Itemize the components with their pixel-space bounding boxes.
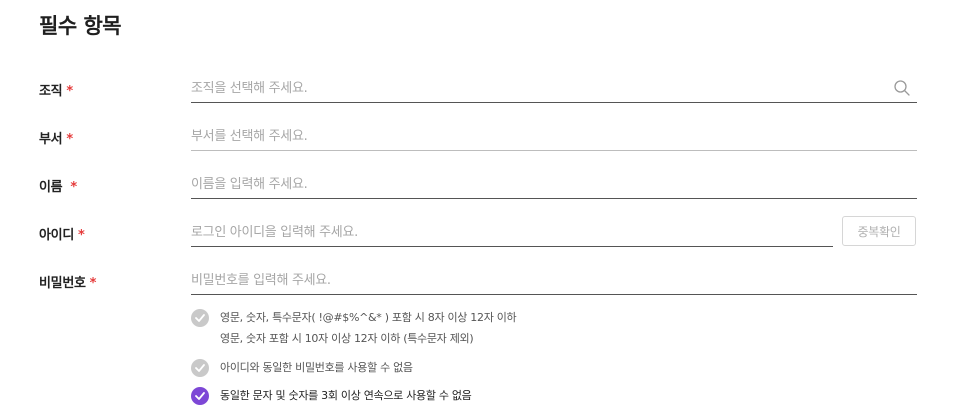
- password-rule-text: 아이디와 동일한 비밀번호를 사용할 수 없음: [220, 357, 413, 378]
- check-circle-icon: [191, 359, 209, 377]
- password-label: 비밀번호 *: [39, 272, 96, 291]
- section-title: 필수 항목: [39, 14, 122, 38]
- org-label: 조직 *: [39, 80, 73, 99]
- dept-row: 부서 *: [0, 124, 966, 164]
- check-circle-icon: [191, 387, 209, 405]
- required-mark: *: [66, 132, 73, 147]
- name-input[interactable]: [191, 172, 917, 196]
- org-field[interactable]: [191, 76, 917, 103]
- password-field[interactable]: [191, 268, 917, 295]
- password-rule-text: 영문, 숫자, 특수문자( !@#$%^&* ) 포함 시 8자 이상 12자 …: [220, 307, 517, 349]
- dept-label: 부서 *: [39, 128, 73, 147]
- required-mark: *: [77, 228, 85, 243]
- password-rule-line: 아이디와 동일한 비밀번호를 사용할 수 없음: [220, 361, 413, 374]
- login-id-input[interactable]: [191, 220, 833, 244]
- dept-field[interactable]: [191, 124, 917, 151]
- password-rule-length: 영문, 숫자, 특수문자( !@#$%^&* ) 포함 시 8자 이상 12자 …: [191, 307, 517, 349]
- password-rule-line: 영문, 숫자, 특수문자( !@#$%^&* ) 포함 시 8자 이상 12자 …: [220, 311, 517, 324]
- check-circle-icon: [191, 309, 209, 327]
- org-input[interactable]: [191, 76, 917, 100]
- name-row: 이름 *: [0, 172, 966, 212]
- password-rule-line: 동일한 문자 및 숫자를 3회 이상 연속으로 사용할 수 없음: [220, 389, 472, 402]
- password-rule-text: 동일한 문자 및 숫자를 3회 이상 연속으로 사용할 수 없음: [220, 385, 472, 406]
- required-mark: *: [70, 180, 77, 195]
- org-row: 조직 *: [0, 76, 966, 116]
- required-mark: *: [66, 84, 73, 99]
- password-rule-no-repeat: 동일한 문자 및 숫자를 3회 이상 연속으로 사용할 수 없음: [191, 387, 472, 406]
- login-id-row: 아이디* 중복확인: [0, 216, 966, 260]
- name-label-text: 이름: [39, 180, 63, 195]
- password-input[interactable]: [191, 268, 917, 292]
- name-label: 이름 *: [39, 176, 77, 195]
- duplicate-check-button[interactable]: 중복확인: [842, 216, 916, 246]
- login-id-field[interactable]: [191, 220, 833, 247]
- password-label-text: 비밀번호: [39, 276, 86, 291]
- login-id-label: 아이디 *: [39, 224, 85, 243]
- login-id-label-text: 아이디: [39, 228, 74, 243]
- password-rule-not-same-as-id: 아이디와 동일한 비밀번호를 사용할 수 없음: [191, 359, 413, 378]
- password-rule-line: 영문, 숫자 포함 시 10자 이상 12자 이하 (특수문자 제외): [220, 332, 474, 345]
- password-row: 비밀번호 *: [0, 268, 966, 308]
- dept-label-text: 부서: [39, 132, 63, 147]
- search-icon[interactable]: [893, 79, 911, 97]
- required-mark: *: [89, 276, 97, 291]
- org-label-text: 조직: [39, 84, 63, 99]
- dept-input[interactable]: [191, 124, 917, 148]
- name-field[interactable]: [191, 172, 917, 199]
